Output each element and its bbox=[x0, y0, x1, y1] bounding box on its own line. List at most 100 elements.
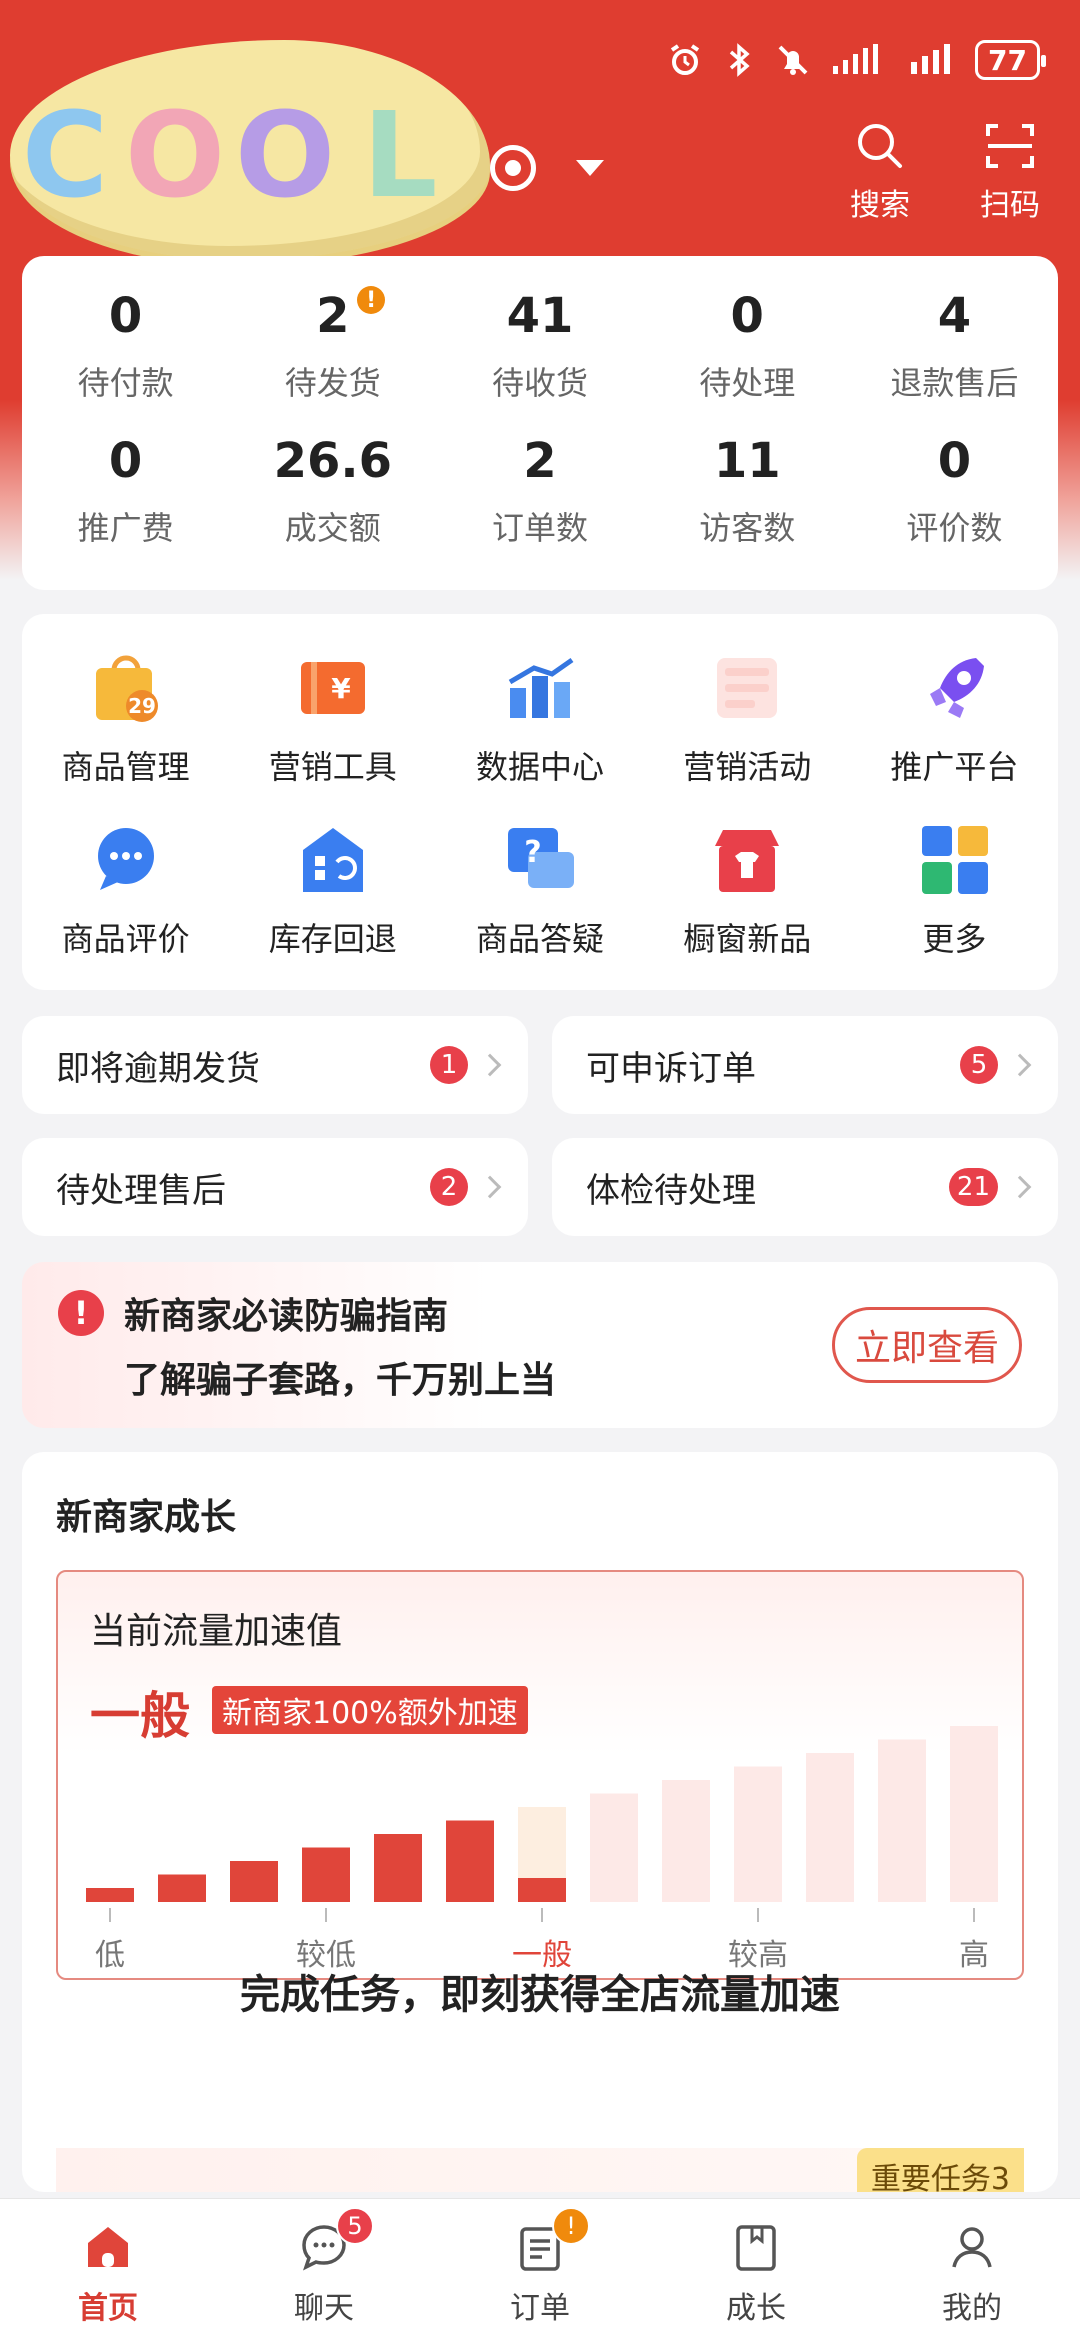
chart-bar bbox=[734, 1766, 782, 1902]
tool-marketing-tools[interactable]: ¥ 营销工具 bbox=[229, 648, 436, 820]
stat-gmv[interactable]: 26.6 成交额 bbox=[229, 431, 436, 566]
stat-pending-payment[interactable]: 0 待付款 bbox=[22, 286, 229, 411]
bottom-navigation: 首页 5 聊天 ! 订单 成长 我的 bbox=[0, 2198, 1080, 2331]
view-now-button[interactable]: 立即查看 bbox=[831, 1307, 1022, 1383]
tool-promotion-platform[interactable]: 推广平台 bbox=[851, 648, 1058, 820]
nav-home[interactable]: 首页 bbox=[0, 2199, 216, 2331]
traffic-boost-panel[interactable]: 当前流量加速值 一般 新商家100%额外加速 低较低 一般 较高高 bbox=[56, 1570, 1024, 1980]
exclamation-icon: ! bbox=[58, 1290, 104, 1336]
quick-appealable-orders[interactable]: 可申诉订单 5 bbox=[552, 1016, 1058, 1114]
alert-badge: ! bbox=[357, 286, 386, 314]
battery-indicator: 77 bbox=[975, 40, 1046, 80]
chevron-right-icon bbox=[478, 1053, 502, 1077]
new-merchant-growth-card: 新商家成长 当前流量加速值 一般 新商家100%额外加速 低较低 一般 较高高 完成… bbox=[22, 1452, 1058, 2192]
quick-checkup-pending[interactable]: 体检待处理 21 bbox=[552, 1138, 1058, 1236]
nav-growth[interactable]: 成长 bbox=[648, 2199, 864, 2331]
question-bubble-icon: ? bbox=[508, 828, 574, 888]
axis-tick bbox=[757, 1908, 759, 1922]
tool-data-center[interactable]: 数据中心 bbox=[436, 648, 643, 820]
rocket-icon bbox=[930, 658, 985, 718]
svg-text:¥: ¥ bbox=[331, 672, 351, 705]
chat-badge: 5 bbox=[336, 2207, 374, 2245]
svg-text:?: ? bbox=[524, 835, 541, 870]
scan-button[interactable]: 扫码 bbox=[970, 120, 1050, 224]
anti-fraud-banner: ! 新商家必读防骗指南 了解骗子套路，千万别上当 立即查看 bbox=[22, 1262, 1058, 1428]
chevron-down-icon[interactable] bbox=[576, 160, 604, 176]
svg-text:29: 29 bbox=[128, 694, 156, 718]
chart-bar bbox=[374, 1834, 422, 1902]
shop-window-icon bbox=[715, 830, 780, 892]
nav-chat[interactable]: 5 聊天 bbox=[216, 2199, 432, 2331]
quick-pending-aftersale[interactable]: 待处理售后 2 bbox=[22, 1138, 528, 1236]
chart-bar bbox=[950, 1726, 998, 1902]
chevron-right-icon bbox=[478, 1175, 502, 1199]
orders-badge: ! bbox=[552, 2207, 590, 2245]
chart-bar-current bbox=[518, 1878, 566, 1902]
chart-bar bbox=[446, 1820, 494, 1902]
tools-grid: 29 商品管理 ¥ 营销工具 数据中心 营销活动 推广平台 商品评价 库存回退 bbox=[22, 614, 1058, 990]
search-icon bbox=[858, 124, 902, 168]
coupon-icon: ¥ bbox=[300, 662, 365, 714]
scan-icon bbox=[986, 124, 1034, 168]
signal-icon-2 bbox=[907, 42, 957, 78]
axis-tick bbox=[109, 1908, 111, 1922]
eye-icon[interactable] bbox=[490, 145, 536, 191]
tool-more[interactable]: 更多 bbox=[851, 820, 1058, 992]
mute-bell-icon bbox=[775, 42, 811, 78]
stat-visitors[interactable]: 11 访客数 bbox=[644, 431, 851, 566]
tool-window-new[interactable]: 橱窗新品 bbox=[644, 820, 851, 992]
warehouse-return-icon bbox=[302, 828, 363, 892]
stat-refund[interactable]: 4 退款售后 bbox=[851, 286, 1058, 411]
tool-inventory-return[interactable]: 库存回退 bbox=[229, 820, 436, 992]
axis-tick bbox=[541, 1908, 543, 1922]
banner-title: 新商家必读防骗指南 bbox=[124, 1296, 449, 1337]
task-card[interactable]: 重要任务3 bbox=[56, 2148, 1024, 2192]
growth-book-icon bbox=[736, 2225, 776, 2271]
stat-reviews[interactable]: 0 评价数 bbox=[851, 431, 1058, 566]
chart-bar bbox=[662, 1780, 710, 1902]
stat-orders[interactable]: 2 订单数 bbox=[436, 431, 643, 566]
chevron-right-icon bbox=[1008, 1175, 1032, 1199]
chevron-right-icon bbox=[1008, 1053, 1032, 1077]
count-badge: 1 bbox=[430, 1046, 468, 1084]
chart-bar bbox=[302, 1847, 350, 1902]
stat-promo-fee[interactable]: 0 推广费 bbox=[22, 431, 229, 566]
tool-product-reviews[interactable]: 商品评价 bbox=[22, 820, 229, 992]
important-task-tag: 重要任务3 bbox=[856, 2148, 1024, 2192]
home-icon bbox=[88, 2227, 128, 2267]
chat-bubble-icon bbox=[97, 828, 154, 890]
nav-orders[interactable]: ! 订单 bbox=[432, 2199, 648, 2331]
count-badge: 21 bbox=[948, 1168, 998, 1206]
quick-overdue-shipping[interactable]: 即将逾期发货 1 bbox=[22, 1016, 528, 1114]
chart-bar bbox=[86, 1888, 134, 1902]
shopping-bag-icon: 29 bbox=[95, 655, 158, 722]
stat-pending-handle[interactable]: 0 待处理 bbox=[644, 286, 851, 411]
chart-bar bbox=[590, 1793, 638, 1902]
tool-marketing-activity[interactable]: 营销活动 bbox=[644, 648, 851, 820]
status-bar: 77 bbox=[667, 30, 1046, 90]
count-badge: 5 bbox=[960, 1046, 998, 1084]
axis-tick bbox=[325, 1908, 327, 1922]
scan-label: 扫码 bbox=[980, 188, 1040, 223]
alarm-icon bbox=[667, 42, 703, 78]
count-badge: 2 bbox=[430, 1168, 468, 1206]
section-title: 新商家成长 bbox=[56, 1497, 237, 1538]
signal-icon bbox=[829, 42, 889, 78]
banner-subtitle: 了解骗子套路，千万别上当 bbox=[124, 1360, 557, 1401]
chart-bar bbox=[158, 1874, 206, 1902]
profile-icon bbox=[952, 2227, 992, 2268]
nav-profile[interactable]: 我的 bbox=[864, 2199, 1080, 2331]
search-button[interactable]: 搜索 bbox=[840, 120, 920, 224]
tool-product-management[interactable]: 29 商品管理 bbox=[22, 648, 229, 820]
tool-product-qa[interactable]: ? 商品答疑 bbox=[436, 820, 643, 992]
chart-bar bbox=[806, 1753, 854, 1902]
activity-icon bbox=[717, 658, 778, 718]
task-slogan: 完成任务，即刻获得全店流量加速 bbox=[240, 1972, 840, 2018]
stat-pending-receipt[interactable]: 41 待收货 bbox=[436, 286, 643, 411]
shop-logo[interactable]: C O O L bbox=[0, 30, 500, 270]
order-stats-card: 0 待付款 2! 待发货 41 待收货 0 待处理 4 退款售后 0 推广费 26.6 成交额… bbox=[22, 256, 1058, 590]
more-apps-icon bbox=[922, 826, 989, 894]
chart-bar bbox=[878, 1739, 926, 1902]
search-label: 搜索 bbox=[850, 188, 910, 223]
stat-pending-shipment[interactable]: 2! 待发货 bbox=[229, 286, 436, 411]
